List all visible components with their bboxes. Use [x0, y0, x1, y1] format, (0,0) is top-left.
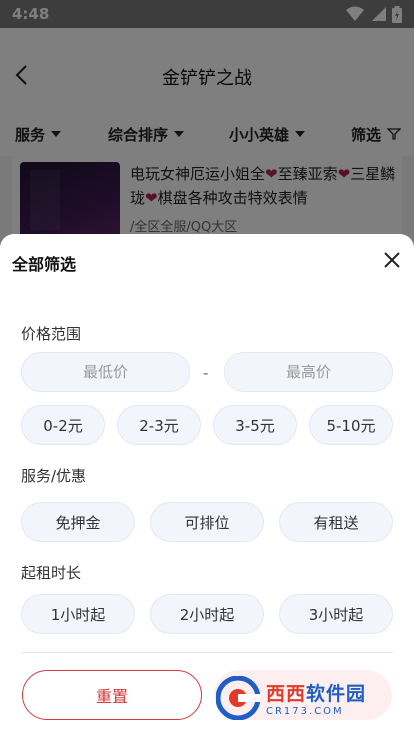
duration-chip[interactable]: 3小时起	[279, 594, 393, 634]
duration-chip[interactable]: 2小时起	[150, 594, 264, 634]
price-chip[interactable]: 0-2元	[21, 405, 105, 445]
max-price-input[interactable]	[224, 352, 393, 392]
service-chip[interactable]: 可排位	[150, 502, 264, 542]
divider	[21, 652, 393, 653]
watermark-main-b: 软件园	[306, 683, 367, 705]
watermark: 西西软件园 CR173.COM	[210, 670, 400, 726]
service-chip[interactable]: 免押金	[21, 502, 135, 542]
watermark-main-a: 西西	[266, 683, 307, 705]
service-section-label: 服务/优惠	[21, 467, 87, 485]
price-separator: -	[203, 364, 209, 382]
watermark-sub: CR173.COM	[266, 706, 344, 717]
price-chip[interactable]: 3-5元	[213, 405, 297, 445]
sheet-title: 全部筛选	[12, 255, 77, 274]
price-section-label: 价格范围	[21, 325, 82, 343]
price-chip[interactable]: 2-3元	[117, 405, 201, 445]
service-chip[interactable]: 有租送	[279, 502, 393, 542]
watermark-text: 西西软件园 CR173.COM	[266, 679, 366, 717]
filter-sheet: 全部筛选 价格范围 - 0-2元 2-3元 3-5元 5-10元 服务/优惠 免…	[0, 234, 414, 736]
price-chip[interactable]: 5-10元	[309, 405, 393, 445]
reset-button[interactable]: 重置	[22, 670, 202, 720]
close-icon[interactable]	[382, 250, 402, 270]
duration-chip[interactable]: 1小时起	[21, 594, 135, 634]
min-price-input[interactable]	[21, 352, 190, 392]
duration-section-label: 起租时长	[21, 564, 82, 582]
watermark-main: 西西软件园	[266, 679, 366, 706]
watermark-logo-icon	[216, 676, 260, 720]
